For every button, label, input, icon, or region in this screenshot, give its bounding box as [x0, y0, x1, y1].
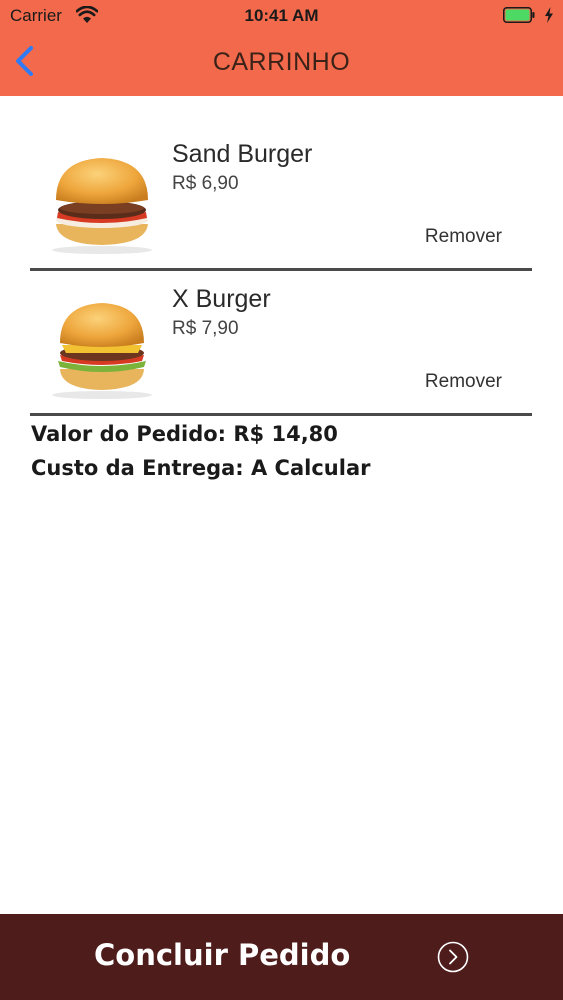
remove-button[interactable]: Remover: [425, 371, 502, 393]
page-title: CARRINHO: [212, 48, 351, 76]
item-name: X Burger: [172, 285, 271, 313]
delivery-cost: Custo da Entrega: A Calcular: [31, 456, 371, 480]
order-summary: Valor do Pedido: R$ 14,80 Custo da Entre…: [31, 420, 531, 488]
cart-item: Sand Burger R$ 6,90 Remover: [30, 124, 532, 271]
navigation-bar: CARRINHO: [0, 32, 563, 96]
chevron-circle-right-icon: [437, 941, 469, 973]
remove-button[interactable]: Remover: [425, 226, 502, 248]
order-value: Valor do Pedido: R$ 14,80: [31, 422, 338, 446]
conclude-order-label: Concluir Pedido: [94, 938, 351, 972]
charging-bolt-icon: [545, 7, 553, 23]
cart-item: X Burger R$ 7,90 Remover: [30, 269, 532, 416]
item-name: Sand Burger: [172, 140, 313, 168]
battery-icon: [503, 7, 535, 23]
top-bar: Carrier 10:41 AM CARRINHO: [0, 0, 563, 96]
status-time: 10:41 AM: [244, 6, 319, 25]
item-price: R$ 6,90: [172, 173, 239, 194]
burger-image: [52, 158, 152, 254]
burger-image: [52, 303, 152, 399]
conclude-order-button[interactable]: Concluir Pedido: [0, 914, 563, 1000]
item-price: R$ 7,90: [172, 318, 239, 339]
status-bar: Carrier 10:41 AM: [0, 0, 563, 32]
